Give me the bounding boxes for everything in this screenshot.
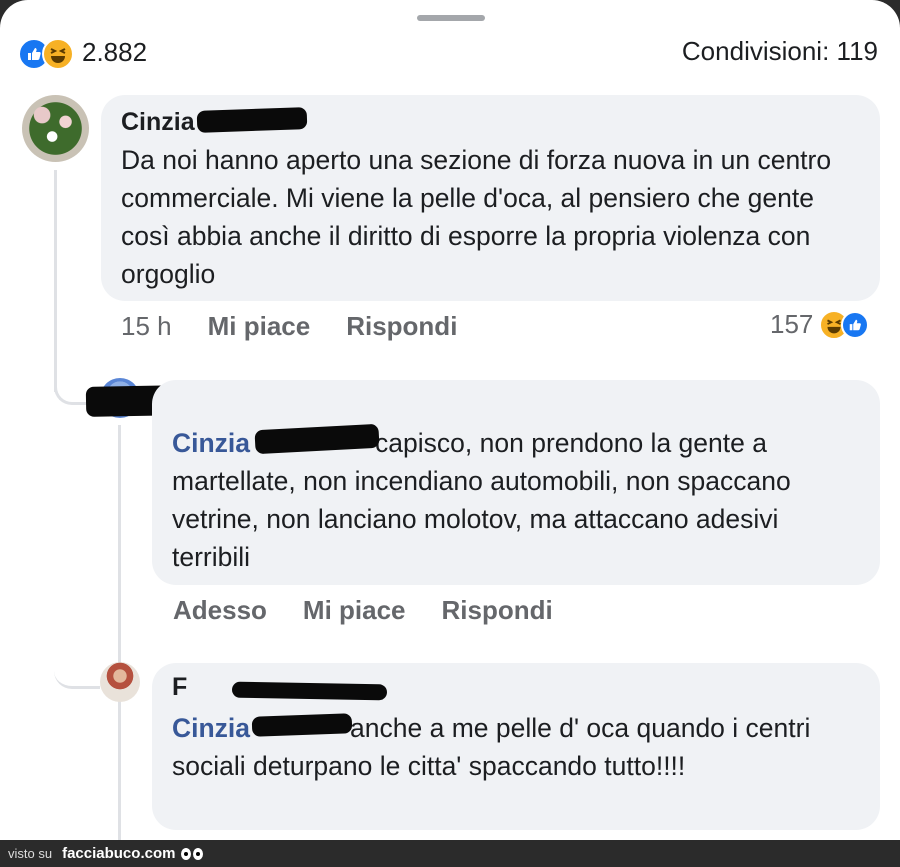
mention-link[interactable]: Cinzia	[172, 428, 250, 458]
like-button[interactable]: Mi piace	[208, 311, 311, 342]
comment-time: 15 h	[121, 311, 172, 341]
comment-author[interactable]: F	[172, 673, 187, 702]
comment-actions: Adesso Mi piace Rispondi	[173, 595, 589, 626]
avatar[interactable]	[22, 95, 89, 162]
reply-button[interactable]: Rispondi	[346, 311, 457, 342]
redaction	[251, 713, 353, 737]
mention-link[interactable]: Cinzia	[172, 713, 250, 743]
thread-line	[118, 425, 121, 840]
watermark-label: visto su	[8, 846, 53, 861]
comment-author[interactable]: Cinzia	[121, 108, 195, 137]
like-reaction-icon	[841, 310, 870, 339]
reply-button[interactable]: Rispondi	[442, 595, 553, 626]
watermark-site: facciabuco.com	[62, 845, 176, 862]
comment-actions: 15 h Mi piace Rispondi	[121, 311, 493, 342]
comment-time: Adesso	[173, 595, 267, 625]
comment-bubble[interactable]: F Cinzia anche a me pelle d' oca quando i…	[152, 663, 880, 830]
reaction-summary[interactable]: 2.882	[18, 35, 148, 70]
redaction	[196, 107, 308, 133]
watermark-footer: visto su facciabuco.com	[0, 840, 900, 867]
comment-bubble[interactable]: Cinzia capisco, non prendono la gente a m…	[152, 380, 880, 585]
haha-reaction-icon	[42, 38, 74, 70]
thread-connector	[54, 640, 100, 689]
comment-reactions[interactable]: 157	[770, 309, 870, 340]
reaction-count: 2.882	[82, 36, 148, 67]
comment-bubble[interactable]: Cinzia Da noi hanno aperto una sezione d…	[101, 95, 880, 301]
comments-sheet: 2.882 Condivisioni: 119 Cinzia Da noi ha…	[0, 0, 900, 840]
thread-line	[54, 170, 57, 392]
eyes-icon	[181, 847, 205, 860]
shares-count[interactable]: Condivisioni: 119	[682, 36, 878, 67]
avatar[interactable]	[100, 662, 140, 702]
drag-handle[interactable]	[417, 15, 485, 21]
like-button[interactable]: Mi piace	[303, 595, 406, 626]
comment-reaction-count: 157	[770, 309, 814, 339]
redaction	[231, 681, 388, 701]
comment-text: Da noi hanno aperto una sezione di forza…	[121, 145, 832, 289]
